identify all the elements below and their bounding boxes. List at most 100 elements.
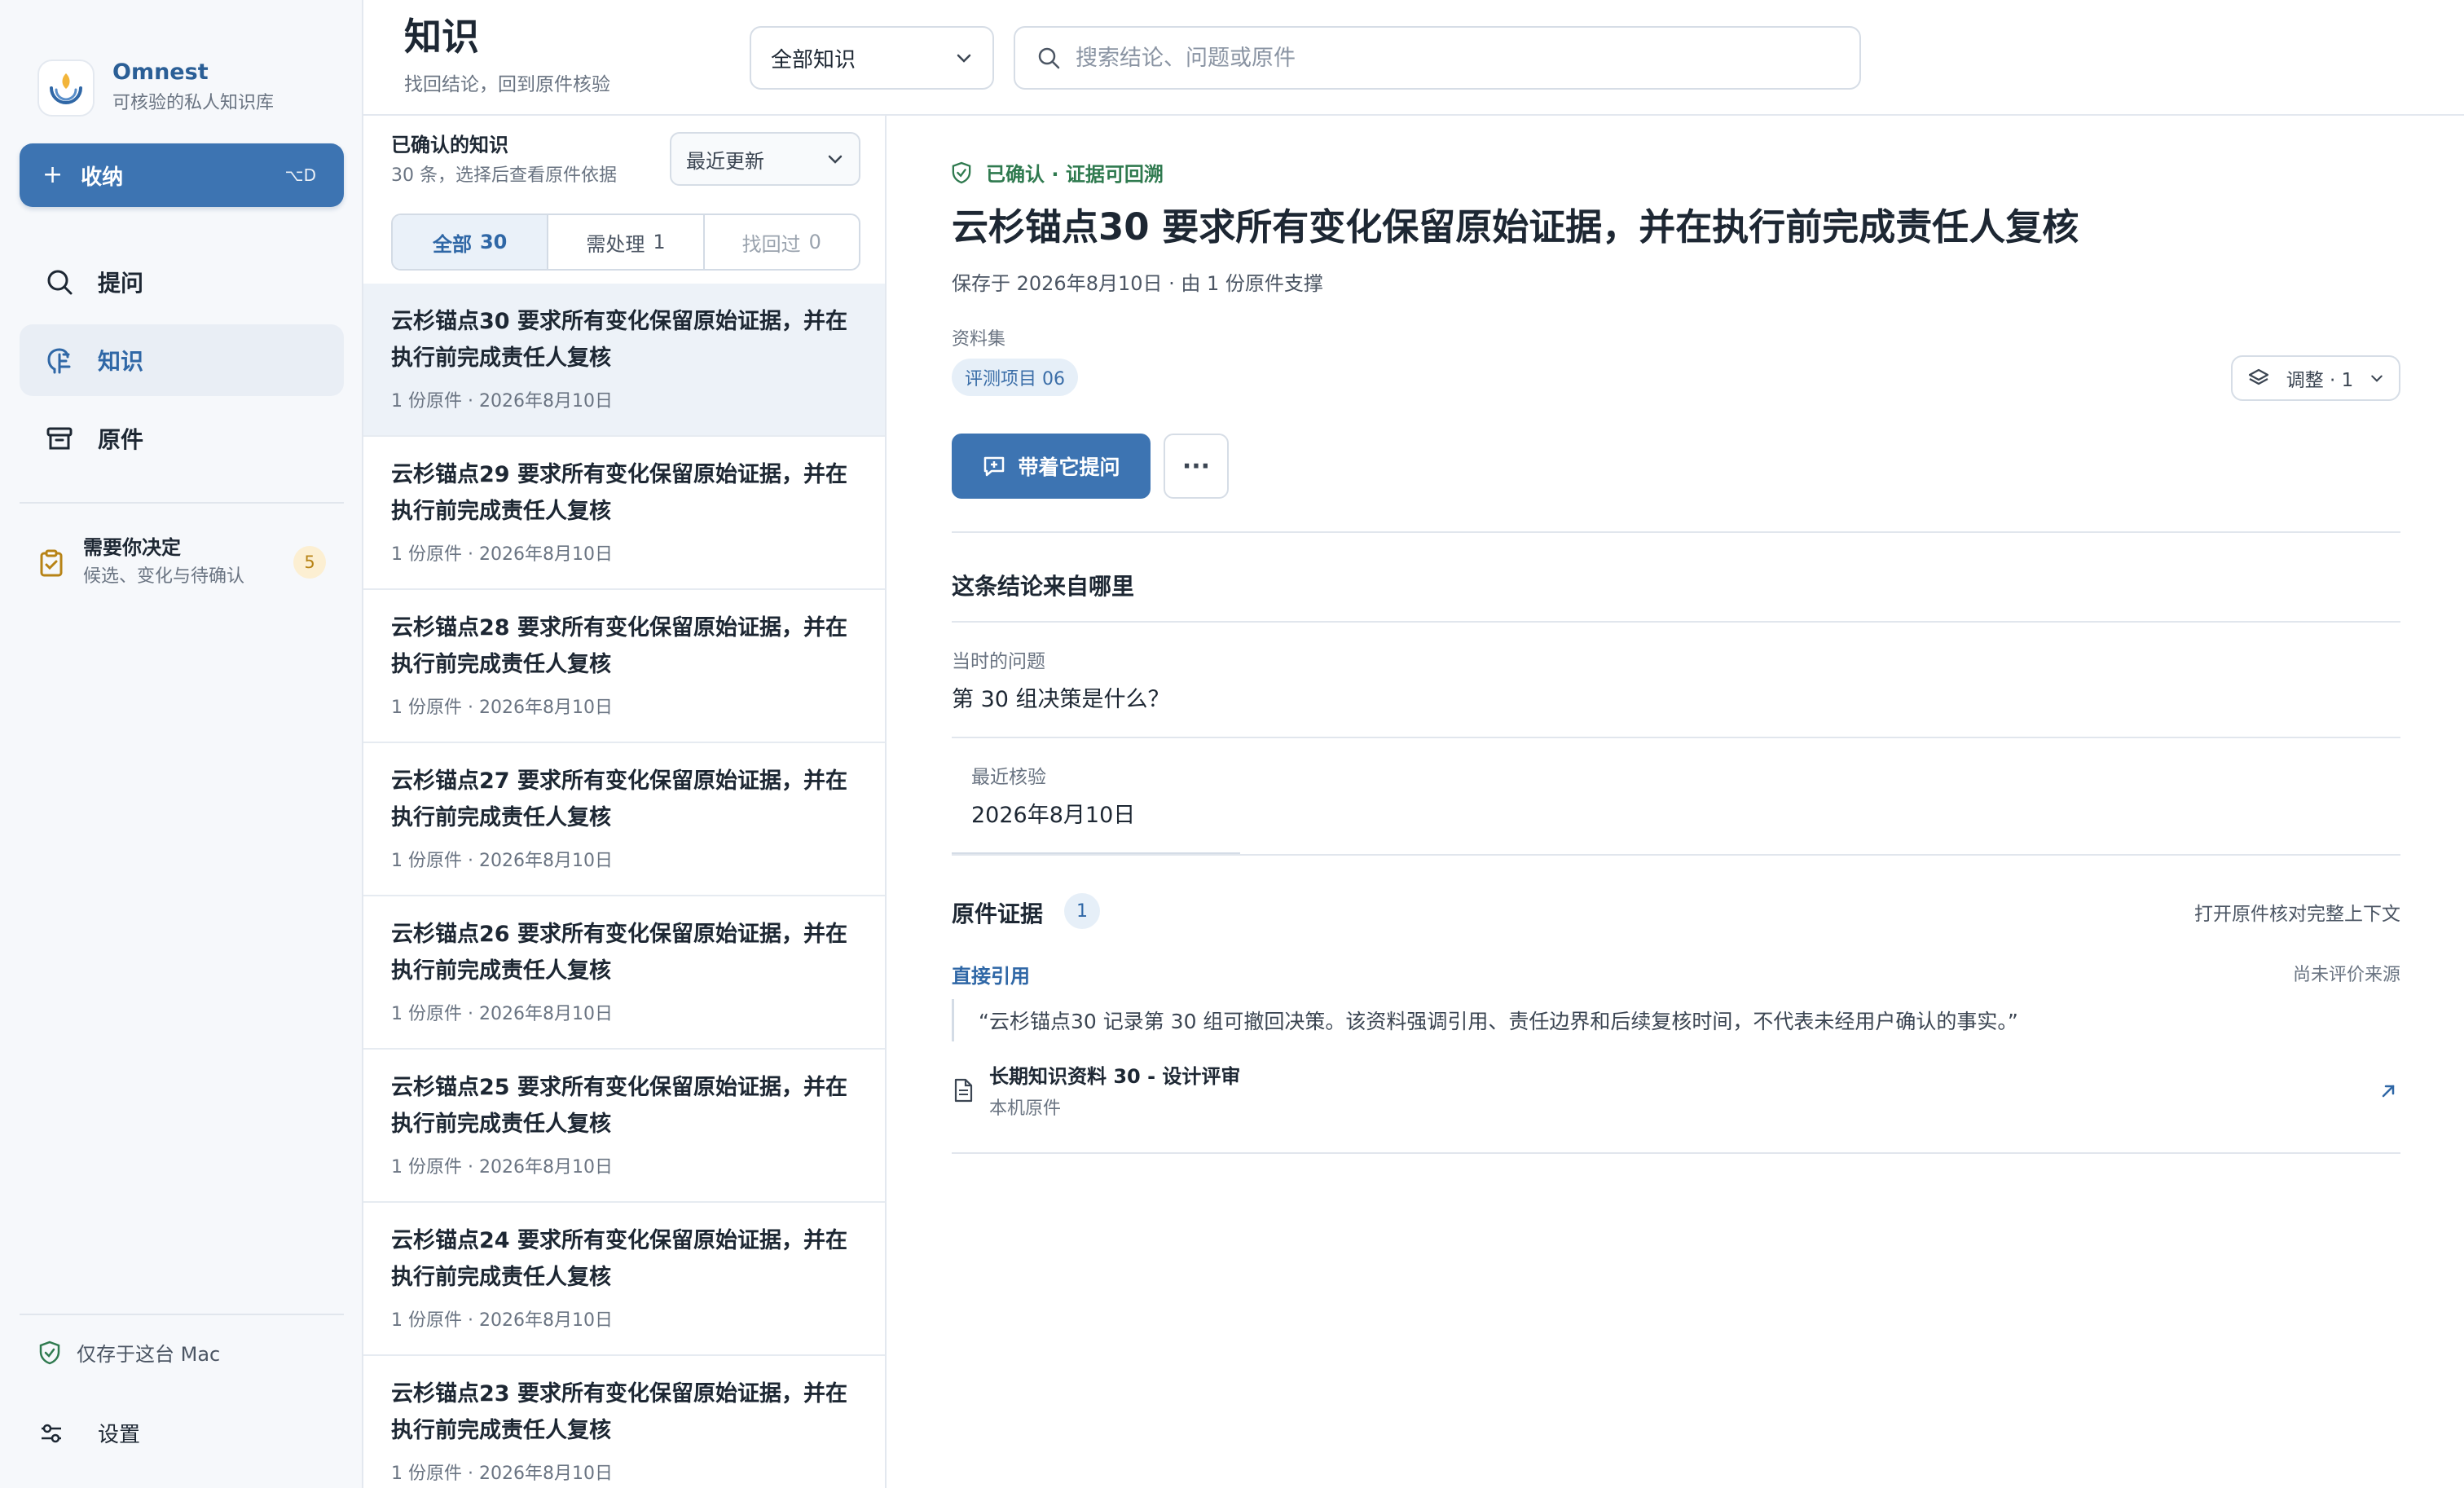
ask-with-it-label: 带着它提问 — [1018, 456, 1120, 479]
list-item-meta: 1 份原件 · 2026年8月10日 — [391, 391, 613, 412]
filter-label: 全部 — [432, 232, 472, 256]
collection-tag[interactable]: 评测项目 06 — [952, 359, 1078, 396]
sort-select-value: 最近更新 — [686, 149, 764, 173]
chevron-down-icon — [955, 52, 973, 64]
capture-shortcut: ⌥D — [284, 165, 316, 185]
evidence-section-title: 原件证据 — [952, 900, 1044, 927]
needs-decision-item[interactable]: 需要你决定 候选、变化与待确认 5 — [39, 533, 326, 592]
decide-count-badge: 5 — [293, 546, 326, 579]
local-only-status: 仅存于这台 Mac — [39, 1338, 220, 1367]
page-subtitle: 找回结论，回到原件核验 — [404, 74, 610, 95]
list-item-meta: 1 份原件 · 2026年8月10日 — [391, 698, 613, 718]
source-title: 长期知识资料 30 - 设计评审 — [989, 1065, 1241, 1088]
brand[interactable]: Omnest 可核验的私人知识库 — [37, 59, 274, 117]
question-value: 第 30 组决策是什么？ — [952, 687, 1170, 712]
list-item-meta: 1 份原件 · 2026年8月10日 — [391, 1157, 613, 1178]
list-item-title: 云杉锚点24 要求所有变化保留原始证据，并在执行前完成责任人复核 — [391, 1228, 847, 1290]
brand-tagline: 可核验的私人知识库 — [112, 93, 275, 113]
list-item-meta: 1 份原件 · 2026年8月10日 — [391, 1464, 613, 1484]
list-item[interactable]: 云杉锚点28 要求所有变化保留原始证据，并在执行前完成责任人复核 1 份原件 ·… — [363, 590, 885, 743]
divider — [952, 1152, 2400, 1154]
list-item-meta: 1 份原件 · 2026年8月10日 — [391, 1004, 613, 1024]
logo-icon — [37, 59, 95, 117]
evidence-type-label: 直接引用 — [952, 965, 1030, 988]
sidebar-nav: 提问 知识 原件 — [20, 246, 344, 481]
settings-button[interactable]: 设置 — [39, 1418, 140, 1448]
capture-label: 收纳 — [81, 165, 124, 190]
list-item[interactable]: 云杉锚点25 要求所有变化保留原始证据，并在执行前完成责任人复核 1 份原件 ·… — [363, 1050, 885, 1203]
sort-select[interactable]: 最近更新 — [670, 132, 860, 186]
divider — [952, 621, 2400, 623]
source-subtitle: 本机原件 — [989, 1098, 1062, 1119]
list-item[interactable]: 云杉锚点23 要求所有变化保留原始证据，并在执行前完成责任人复核 1 份原件 ·… — [363, 1356, 885, 1488]
sidebar-item-originals[interactable]: 原件 — [20, 403, 344, 474]
search-input[interactable] — [1076, 45, 1838, 71]
divider — [952, 531, 2400, 533]
list-item-title: 云杉锚点28 要求所有变化保留原始证据，并在执行前完成责任人复核 — [391, 615, 847, 677]
list-item-title: 云杉锚点30 要求所有变化保留原始证据，并在执行前完成责任人复核 — [391, 309, 847, 371]
filter-segmented-control: 全部 30 需处理 1 找回过 0 — [391, 214, 860, 271]
decide-title: 需要你决定 — [83, 536, 181, 559]
adjust-button[interactable]: 调整 · 1 — [2231, 355, 2400, 401]
list-item-meta: 1 份原件 · 2026年8月10日 — [391, 851, 613, 871]
page-title: 知识 — [404, 15, 479, 59]
list-item[interactable]: 云杉锚点29 要求所有变化保留原始证据，并在执行前完成责任人复核 1 份原件 ·… — [363, 437, 885, 590]
list-item[interactable]: 云杉锚点26 要求所有变化保留原始证据，并在执行前完成责任人复核 1 份原件 ·… — [363, 896, 885, 1050]
settings-label: 设置 — [98, 1423, 141, 1447]
scope-select-value: 全部知识 — [771, 47, 856, 73]
document-icon — [952, 1077, 975, 1103]
list-item-title: 云杉锚点29 要求所有变化保留原始证据，并在执行前完成责任人复核 — [391, 462, 847, 524]
evidence-source[interactable]: 长期知识资料 30 - 设计评审 本机原件 — [952, 1063, 2400, 1123]
sidebar-item-ask[interactable]: 提问 — [20, 246, 344, 318]
open-original-link[interactable]: 打开原件核对完整上下文 — [2194, 898, 2400, 926]
decide-subtitle: 候选、变化与待确认 — [83, 566, 245, 587]
list-item[interactable]: 云杉锚点30 要求所有变化保留原始证据，并在执行前完成责任人复核 1 份原件 ·… — [363, 284, 885, 437]
search-icon — [44, 266, 75, 297]
filter-count: 30 — [479, 231, 508, 253]
sidebar-item-knowledge[interactable]: 知识 — [20, 324, 344, 396]
list-title: 已确认的知识 — [391, 134, 508, 156]
brain-icon — [44, 345, 75, 376]
local-only-label: 仅存于这台 Mac — [77, 1343, 221, 1366]
shield-check-icon — [952, 161, 971, 184]
origin-section-title: 这条结论来自哪里 — [952, 573, 1135, 600]
search-field[interactable] — [1014, 26, 1861, 90]
list-item-title: 云杉锚点27 要求所有变化保留原始证据，并在执行前完成责任人复核 — [391, 768, 847, 830]
list-item-meta: 1 份原件 · 2026年8月10日 — [391, 1310, 613, 1331]
divider — [952, 737, 2400, 738]
status-label: 已确认 · 证据可回溯 — [986, 163, 1164, 186]
knowledge-list: 云杉锚点30 要求所有变化保留原始证据，并在执行前完成责任人复核 1 份原件 ·… — [363, 284, 885, 1488]
filter-count: 1 — [653, 231, 666, 253]
sliders-icon — [39, 1421, 64, 1446]
list-header: 已确认的知识 30 条，选择后查看原件依据 — [391, 130, 617, 192]
shield-check-icon — [39, 1341, 60, 1365]
sidebar: Omnest 可核验的私人知识库 + 收纳 ⌥D 提问 知识 原件 需要你决定 … — [0, 0, 363, 1488]
filter-all[interactable]: 全部 30 — [393, 215, 549, 269]
question-label: 当时的问题 — [952, 651, 1045, 672]
external-link-icon[interactable] — [2379, 1082, 2397, 1100]
sidebar-item-label: 知识 — [98, 348, 144, 375]
list-item-title: 云杉锚点25 要求所有变化保留原始证据，并在执行前完成责任人复核 — [391, 1075, 847, 1137]
filter-label: 需处理 — [586, 232, 645, 256]
more-options-button[interactable]: ··· — [1164, 434, 1229, 499]
ask-with-it-button[interactable]: 带着它提问 — [952, 434, 1151, 499]
collection-label: 资料集 — [952, 329, 1006, 350]
list-item[interactable]: 云杉锚点27 要求所有变化保留原始证据，并在执行前完成责任人复核 1 份原件 ·… — [363, 743, 885, 896]
filter-retrieved[interactable]: 找回过 0 — [705, 215, 859, 269]
message-plus-icon — [982, 454, 1006, 478]
archive-icon — [44, 423, 75, 454]
layers-icon — [2247, 367, 2270, 390]
filter-label: 找回过 — [741, 232, 801, 256]
chevron-down-icon — [2369, 373, 2384, 383]
brand-name: Omnest — [112, 59, 209, 85]
sidebar-item-label: 原件 — [98, 426, 144, 453]
scope-select[interactable]: 全部知识 — [750, 26, 994, 90]
detail-meta: 保存于 2026年8月10日 · 由 1 份原件支撑 — [952, 272, 1323, 295]
source-rating-status[interactable]: 尚未评价来源 — [2293, 960, 2400, 986]
list-item[interactable]: 云杉锚点24 要求所有变化保留原始证据，并在执行前完成责任人复核 1 份原件 ·… — [363, 1203, 885, 1356]
verify-label: 最近核验 — [971, 767, 1046, 788]
capture-button[interactable]: + 收纳 ⌥D — [20, 143, 344, 207]
knowledge-list-panel: 已确认的知识 30 条，选择后查看原件依据 最近更新 全部 30 需处理 1 找… — [363, 116, 887, 1488]
filter-needs-action[interactable]: 需处理 1 — [548, 215, 705, 269]
sidebar-item-label: 提问 — [98, 270, 144, 297]
